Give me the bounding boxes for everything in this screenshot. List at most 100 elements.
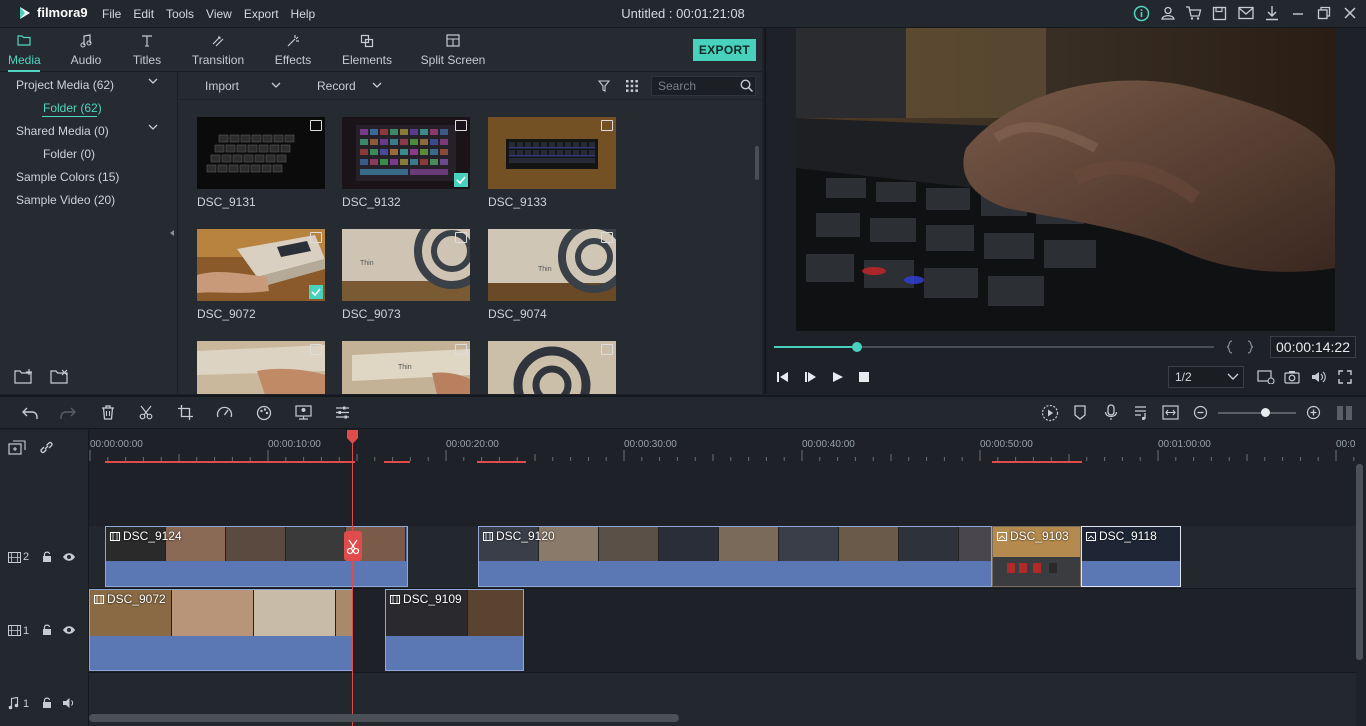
timeline-clip[interactable]: DSC_9072 <box>89 589 353 671</box>
timeline-vertical-scrollbar[interactable] <box>1356 464 1363 660</box>
media-item[interactable]: Thin <box>342 341 470 394</box>
sidebar-item-sample-colors[interactable]: Sample Colors (15) <box>16 170 119 184</box>
sidebar-item-project-media[interactable]: Project Media (62) <box>16 78 114 92</box>
tab-transition[interactable]: Transition <box>190 34 246 72</box>
split-scissors-icon[interactable] <box>344 531 362 561</box>
filter-icon[interactable] <box>598 80 610 92</box>
timeline-clip[interactable]: DSC_9103 <box>992 526 1081 587</box>
download-icon[interactable] <box>1263 4 1280 22</box>
new-folder-icon[interactable] <box>14 368 34 384</box>
link-icon[interactable] <box>39 440 54 455</box>
menu-file[interactable]: File <box>96 0 127 28</box>
account-icon[interactable] <box>1159 4 1176 22</box>
mail-icon[interactable] <box>1237 4 1254 22</box>
save-project-icon[interactable] <box>1211 4 1228 22</box>
zoom-in-icon[interactable] <box>1306 405 1321 420</box>
cut-icon[interactable] <box>139 405 153 420</box>
delete-icon[interactable] <box>101 405 115 420</box>
tab-audio[interactable]: Audio <box>68 34 104 72</box>
menu-view[interactable]: View <box>200 0 238 28</box>
undo-icon[interactable] <box>22 406 38 420</box>
timeline-layout-icon[interactable] <box>1336 405 1354 421</box>
add-track-icon[interactable] <box>8 440 26 455</box>
lock-icon[interactable] <box>42 697 52 709</box>
sidebar-item-sample-video[interactable]: Sample Video (20) <box>16 193 115 207</box>
previous-frame-icon[interactable] <box>776 371 790 383</box>
media-item[interactable]: Thin DSC_9074 <box>488 229 616 321</box>
voiceover-list-icon[interactable] <box>1134 405 1149 420</box>
media-item[interactable]: DSC_9072 <box>197 229 325 321</box>
eye-icon[interactable] <box>62 552 76 562</box>
sidebar-item-shared-media[interactable]: Shared Media (0) <box>16 124 109 138</box>
detach-audio-icon[interactable] <box>1162 405 1179 420</box>
mark-in-icon[interactable] <box>1226 340 1234 354</box>
chevron-down-icon[interactable] <box>148 123 158 131</box>
record-button[interactable]: Record <box>317 79 356 93</box>
stop-icon[interactable] <box>858 371 870 383</box>
timeline-clip[interactable]: DSC_9120 <box>478 526 992 587</box>
audio-mixer-icon[interactable] <box>335 405 350 420</box>
render-icon[interactable] <box>1041 404 1059 422</box>
fullscreen-icon[interactable] <box>1338 370 1352 384</box>
microphone-icon[interactable] <box>1104 404 1118 421</box>
tab-effects[interactable]: Effects <box>272 34 314 72</box>
redo-icon[interactable] <box>60 406 76 420</box>
close-icon[interactable] <box>1341 4 1358 22</box>
search-icon[interactable] <box>740 79 753 92</box>
zoom-out-icon[interactable] <box>1193 405 1208 420</box>
collapse-arrow-icon[interactable] <box>169 229 175 237</box>
play-icon[interactable] <box>832 371 844 383</box>
chevron-down-icon[interactable] <box>1227 373 1239 381</box>
media-item[interactable] <box>488 341 616 394</box>
media-item[interactable]: Thin DSC_9073 <box>342 229 470 321</box>
timeline-horizontal-scrollbar[interactable] <box>89 714 679 722</box>
delete-folder-icon[interactable] <box>50 368 70 384</box>
menu-edit[interactable]: Edit <box>127 0 160 28</box>
crop-icon[interactable] <box>178 405 193 420</box>
timeline-clip[interactable]: DSC_9124 <box>105 526 408 587</box>
tab-split-screen[interactable]: Split Screen <box>420 34 486 72</box>
zoom-slider[interactable] <box>1218 412 1296 414</box>
chevron-down-icon[interactable] <box>372 81 382 89</box>
menu-help[interactable]: Help <box>285 0 322 28</box>
grid-view-icon[interactable] <box>626 80 638 92</box>
green-screen-icon[interactable] <box>295 405 312 420</box>
chevron-down-icon[interactable] <box>148 77 158 85</box>
timeline-ruler[interactable]: 00:00:00:00 00:00:10:00 00:00:20:00 00:0… <box>89 430 1366 464</box>
media-item[interactable]: DSC_9131 <box>197 117 325 209</box>
sidebar-item-folder-0[interactable]: Folder (0) <box>43 147 95 161</box>
timeline-clip[interactable]: DSC_9118 <box>1081 526 1181 587</box>
render-preview-icon[interactable] <box>1257 370 1275 384</box>
media-grid-scrollbar[interactable] <box>755 146 759 180</box>
restore-icon[interactable] <box>1315 4 1332 22</box>
timeline-clip[interactable]: DSC_9109 <box>385 589 524 671</box>
speaker-icon[interactable] <box>62 697 76 709</box>
tab-titles[interactable]: Titles <box>130 34 164 72</box>
media-item[interactable] <box>197 341 325 394</box>
zoom-slider-handle[interactable] <box>1261 408 1270 417</box>
playhead-handle-icon[interactable] <box>346 429 359 445</box>
lock-icon[interactable] <box>42 551 52 563</box>
play-frame-icon[interactable] <box>804 371 818 383</box>
info-icon[interactable] <box>1133 4 1150 22</box>
marker-icon[interactable] <box>1074 405 1086 420</box>
eye-icon[interactable] <box>62 625 76 635</box>
sidebar-item-folder-62[interactable]: Folder (62) <box>43 101 102 115</box>
lock-icon[interactable] <box>42 624 52 636</box>
cart-icon[interactable] <box>1185 4 1202 22</box>
speed-icon[interactable] <box>216 405 233 420</box>
timeline-playhead[interactable] <box>352 430 353 726</box>
media-item[interactable]: DSC_9132 <box>342 117 470 209</box>
tab-media[interactable]: Media <box>8 34 41 72</box>
minimize-icon[interactable] <box>1289 4 1306 22</box>
import-button[interactable]: Import <box>205 79 239 93</box>
volume-icon[interactable] <box>1311 370 1327 384</box>
tab-elements[interactable]: Elements <box>340 34 394 72</box>
chevron-down-icon[interactable] <box>271 81 281 89</box>
snapshot-icon[interactable] <box>1284 370 1300 384</box>
mark-out-icon[interactable] <box>1246 340 1254 354</box>
menu-export[interactable]: Export <box>238 0 285 28</box>
preview-seek-handle[interactable] <box>852 342 862 352</box>
export-button[interactable]: EXPORT <box>693 39 756 61</box>
menu-tools[interactable]: Tools <box>160 0 200 28</box>
